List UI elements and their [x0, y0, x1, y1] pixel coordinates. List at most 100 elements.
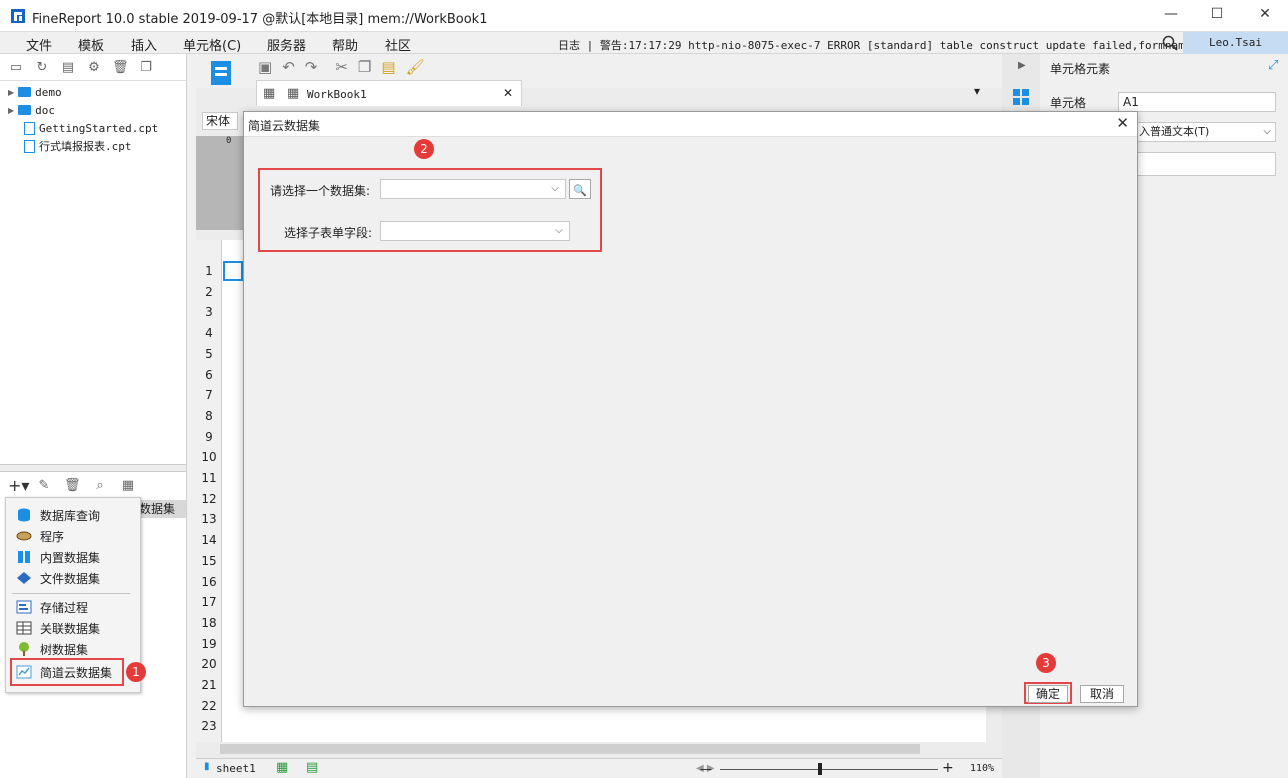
- minimize-button[interactable]: —: [1156, 6, 1186, 26]
- row-header[interactable]: 7: [196, 388, 222, 402]
- row-header[interactable]: 6: [196, 368, 222, 382]
- menu-cell[interactable]: 单元格(C): [183, 35, 241, 54]
- delete-icon[interactable]: 🗑: [112, 60, 129, 76]
- menu-community[interactable]: 社区: [385, 35, 411, 54]
- copy-icon[interactable]: ❐: [358, 58, 371, 76]
- tab-close-icon[interactable]: ✕: [503, 86, 513, 100]
- server-dataset-icon[interactable]: ▦: [120, 478, 136, 494]
- undo-icon[interactable]: ↶: [282, 58, 295, 76]
- report-icon: ▦: [287, 86, 300, 101]
- zoom-thumb[interactable]: [818, 763, 822, 775]
- tree-item-form-report[interactable]: 行式填报报表.cpt: [24, 138, 132, 154]
- menu-item-file-dataset[interactable]: 文件数据集: [16, 568, 100, 588]
- menu-file[interactable]: 文件: [26, 35, 52, 54]
- row-header[interactable]: 1: [196, 264, 222, 278]
- font-select[interactable]: 宋体: [202, 112, 238, 130]
- cell-field[interactable]: A1: [1118, 92, 1276, 112]
- dialog-close-icon[interactable]: ✕: [1116, 114, 1129, 132]
- save-icon[interactable]: ▣: [258, 58, 272, 76]
- selected-cell[interactable]: [223, 261, 243, 281]
- cut-icon[interactable]: ✂: [335, 58, 348, 76]
- dataset-tab[interactable]: 数据集: [137, 500, 186, 518]
- zoom-in-icon[interactable]: +: [942, 760, 954, 776]
- menu-item-builtin[interactable]: 内置数据集: [16, 547, 100, 567]
- menu-separator: [12, 593, 130, 594]
- menu-template[interactable]: 模板: [78, 35, 104, 54]
- maximize-button[interactable]: ☐: [1202, 6, 1232, 26]
- row-header[interactable]: 16: [196, 575, 222, 589]
- row-header[interactable]: 3: [196, 305, 222, 319]
- row-header[interactable]: 10: [196, 450, 222, 464]
- refresh-icon[interactable]: ↻: [34, 60, 50, 76]
- tree-item-doc[interactable]: ▶ doc: [8, 102, 55, 118]
- pin-icon[interactable]: ⤢: [1268, 58, 1278, 73]
- menu-item-tree[interactable]: 树数据集: [16, 639, 88, 659]
- row-header[interactable]: 23: [196, 719, 222, 733]
- menu-item-jiandaoyun[interactable]: 简道云数据集: [10, 658, 124, 686]
- menu-server[interactable]: 服务器: [267, 35, 306, 54]
- open-icon[interactable]: ▤: [60, 60, 76, 76]
- dialog-title: 简道云数据集: [248, 119, 321, 133]
- menu-item-stored-proc[interactable]: 存储过程: [16, 597, 88, 617]
- menu-help[interactable]: 帮助: [332, 35, 358, 54]
- menu-item-join[interactable]: 关联数据集: [16, 618, 100, 638]
- browse-dataset-button[interactable]: 🔍: [569, 179, 591, 199]
- row-header[interactable]: 12: [196, 492, 222, 506]
- subfield-select[interactable]: ⌵: [380, 221, 570, 241]
- cell-attr-icon[interactable]: [1012, 88, 1030, 106]
- row-header[interactable]: 13: [196, 512, 222, 526]
- row-header[interactable]: 11: [196, 471, 222, 485]
- add-dataset-icon[interactable]: +▾: [8, 478, 29, 494]
- cancel-button[interactable]: 取消: [1080, 685, 1124, 703]
- close-button[interactable]: ✕: [1250, 6, 1280, 26]
- paste-icon[interactable]: ▤: [381, 58, 395, 76]
- row-header[interactable]: 21: [196, 678, 222, 692]
- tree-item-gettingstarted[interactable]: GettingStarted.cpt: [24, 120, 158, 136]
- finereport-logo-icon: [11, 9, 25, 23]
- zoom-slider[interactable]: [720, 769, 938, 770]
- edit-icon[interactable]: ✎: [36, 478, 52, 494]
- tab-workbook1[interactable]: ▦ ▦ WorkBook1 ✕: [256, 80, 522, 106]
- zoom-out-icon[interactable]: —: [700, 762, 712, 776]
- preview-icon[interactable]: ⌕: [92, 478, 108, 494]
- sheet-tab[interactable]: sheet1: [216, 762, 256, 775]
- search-icon[interactable]: [1162, 35, 1178, 51]
- ok-button[interactable]: 确定: [1028, 685, 1068, 703]
- format-painter-icon[interactable]: 🖌: [406, 58, 425, 76]
- row-header[interactable]: 18: [196, 616, 222, 630]
- horizontal-scrollbar[interactable]: [210, 742, 986, 756]
- settings-icon[interactable]: ⚙: [86, 60, 102, 76]
- tab-menu-icon[interactable]: ▾: [974, 84, 980, 98]
- expand-icon[interactable]: ▶: [1018, 60, 1026, 71]
- row-header[interactable]: 8: [196, 409, 222, 423]
- new-folder-icon[interactable]: ▭: [8, 60, 24, 76]
- user-name[interactable]: Leo.Tsai: [1183, 32, 1288, 54]
- tree-item-demo[interactable]: ▶ demo: [8, 84, 62, 100]
- copy-icon[interactable]: ❐: [138, 60, 154, 76]
- log-message[interactable]: 日志 | 警告:17:17:29 http-nio-8075-exec-7 ER…: [558, 37, 1211, 53]
- row-header[interactable]: 19: [196, 637, 222, 651]
- step-badge-1: 1: [126, 662, 146, 682]
- insert-type-select[interactable]: 入普通文本(T) ⌵: [1136, 122, 1276, 142]
- add-poly-sheet-icon[interactable]: ▤: [306, 760, 318, 775]
- redo-icon[interactable]: ↷: [305, 58, 318, 76]
- jiandaoyun-dialog: 简道云数据集 ✕ 请选择一个数据集: ⌵ 🔍 选择子表单字段: ⌵ 确定 取消: [243, 111, 1138, 707]
- row-header[interactable]: 20: [196, 657, 222, 671]
- row-header[interactable]: 17: [196, 595, 222, 609]
- menu-item-db-query[interactable]: 数据库查询: [16, 505, 100, 525]
- cell-content-field[interactable]: [1136, 152, 1276, 176]
- add-sheet-icon[interactable]: ▦: [276, 760, 288, 775]
- menu-item-program[interactable]: 程序: [16, 526, 64, 546]
- splitter[interactable]: [0, 464, 186, 472]
- template-dataset-icon[interactable]: [210, 60, 232, 86]
- row-header[interactable]: 2: [196, 285, 222, 299]
- row-header[interactable]: 14: [196, 533, 222, 547]
- dataset-select[interactable]: ⌵: [380, 179, 566, 199]
- row-header[interactable]: 22: [196, 699, 222, 713]
- row-header[interactable]: 5: [196, 347, 222, 361]
- menu-insert[interactable]: 插入: [131, 35, 157, 54]
- row-header[interactable]: 4: [196, 326, 222, 340]
- row-header[interactable]: 15: [196, 554, 222, 568]
- delete-icon[interactable]: 🗑: [64, 478, 81, 494]
- row-header[interactable]: 9: [196, 430, 222, 444]
